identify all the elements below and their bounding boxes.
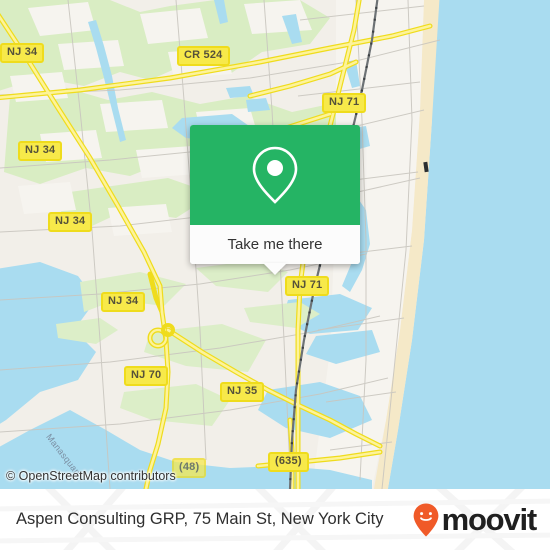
popup-pointer	[263, 263, 287, 275]
map-canvas[interactable]: NJ 34 CR 524 NJ 71 NJ 34 NJ 34 NJ 71 NJ …	[0, 0, 550, 489]
road-shield: CR 524	[177, 46, 230, 66]
page-root: NJ 34 CR 524 NJ 71 NJ 34 NJ 34 NJ 71 NJ …	[0, 0, 550, 550]
map-pin-icon	[252, 146, 298, 204]
road-shield: NJ 34	[18, 141, 63, 161]
road-shield: NJ 71	[285, 276, 330, 296]
road-shield: (48)	[172, 458, 207, 478]
moovit-logo[interactable]: moovit	[413, 502, 538, 537]
road-shield: NJ 34	[101, 292, 146, 312]
take-me-there-button[interactable]: Take me there	[190, 225, 360, 275]
popup-icon-area	[190, 125, 360, 225]
moovit-wordmark: moovit	[441, 502, 538, 537]
footer-bar: Aspen Consulting GRP, 75 Main St, New Yo…	[0, 489, 550, 550]
road-shield: NJ 34	[0, 43, 45, 63]
map-attribution: © OpenStreetMap contributors	[6, 469, 176, 483]
road-shield: (635)	[268, 452, 309, 472]
road-shield: NJ 70	[124, 366, 169, 386]
road-shield: NJ 35	[220, 382, 265, 402]
moovit-pin-smiley-icon	[413, 503, 438, 536]
road-shield: NJ 71	[322, 93, 367, 113]
road-shield: NJ 34	[48, 212, 93, 232]
place-title: Aspen Consulting GRP, 75 Main St, New Yo…	[16, 510, 384, 528]
take-me-there-label: Take me there	[227, 236, 323, 253]
location-popup-card[interactable]: Take me there	[190, 125, 360, 275]
